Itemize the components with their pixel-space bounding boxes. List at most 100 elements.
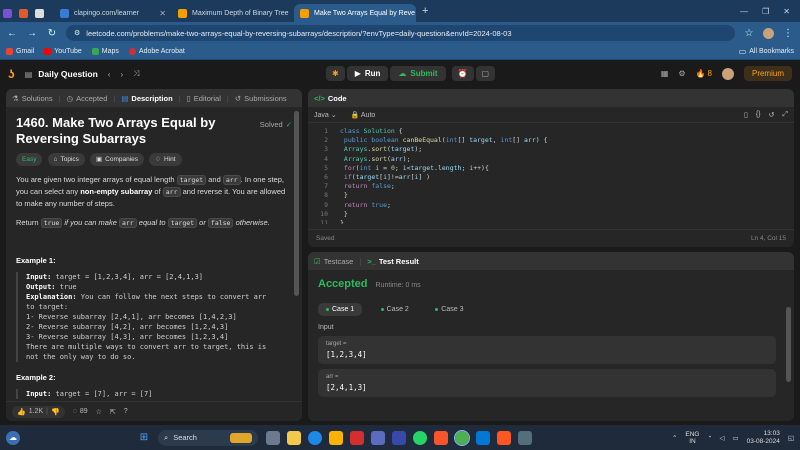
code-editor[interactable]: 1 class Solution { 2 public boolean canBe…	[308, 123, 794, 224]
profile-avatar[interactable]	[763, 27, 774, 39]
favorite-star-icon[interactable]: ☆	[96, 408, 102, 416]
browser-menu-icon[interactable]: ⋮	[782, 28, 794, 39]
share-icon[interactable]: ⇱	[110, 408, 116, 416]
leetcode-logo-icon[interactable]: ʖ	[8, 67, 15, 81]
bookmark-icon[interactable]: ▯	[744, 111, 748, 119]
tab-editorial[interactable]: ▯ Editorial	[187, 94, 221, 103]
description-scrollbar[interactable]	[294, 111, 299, 296]
app-icon-1[interactable]	[371, 430, 385, 445]
example-2-block: Input: target = [7], arr = [7]	[16, 389, 292, 399]
brave-icon[interactable]	[434, 430, 448, 445]
prev-problem-icon[interactable]: ‹	[108, 70, 111, 79]
lock-icon: ▣	[96, 156, 103, 163]
app-icon-2[interactable]	[392, 430, 406, 445]
test-result-scrollbar[interactable]	[786, 307, 791, 382]
tab-description[interactable]: ▤ Description	[121, 94, 172, 103]
wifi-icon[interactable]: ◔	[708, 434, 712, 441]
tray-chevron-icon[interactable]: ⌃	[672, 434, 677, 442]
new-tab-icon[interactable]: +	[422, 5, 428, 17]
tab-accepted[interactable]: ◷ Accepted	[67, 94, 108, 103]
user-avatar[interactable]	[721, 67, 734, 80]
url-field[interactable]: ⚙ leetcode.com/problems/make-two-arrays-…	[66, 25, 735, 41]
streak-counter[interactable]: 🔥 8	[696, 69, 712, 78]
run-button[interactable]: ▶ Run	[346, 66, 389, 81]
bookmark-youtube[interactable]: YouTube	[44, 48, 82, 55]
reload-icon[interactable]: ↻	[46, 28, 58, 39]
difficulty-badge[interactable]: Easy	[16, 153, 43, 166]
weather-widget-icon[interactable]: ☁	[6, 430, 20, 445]
close-window-icon[interactable]: ✕	[783, 7, 790, 16]
reset-icon[interactable]: ↺	[769, 111, 775, 119]
minimize-icon[interactable]: —	[740, 7, 748, 16]
edge-icon[interactable]	[308, 430, 322, 445]
whatsapp-icon[interactable]	[413, 430, 427, 445]
windows-start-icon[interactable]: ⊞	[137, 431, 151, 445]
auto-format-toggle[interactable]: 🔒 Auto	[351, 111, 376, 119]
bookmark-adobe[interactable]: Adobe Acrobat	[128, 48, 185, 55]
tab-test-result[interactable]: >_ Test Result	[367, 257, 418, 266]
format-braces-icon[interactable]: {}	[756, 111, 761, 119]
settings-gear-icon[interactable]: ⚙	[678, 69, 685, 78]
maximize-icon[interactable]: ❐	[762, 7, 769, 16]
search-highlight-icon	[230, 432, 252, 443]
file-explorer-icon[interactable]	[287, 430, 301, 445]
volume-icon[interactable]: ◁	[719, 434, 724, 442]
task-view-icon[interactable]	[266, 430, 280, 445]
tab-solutions[interactable]: ⚗ Solutions	[12, 94, 53, 103]
language-select[interactable]: Java ⌄	[314, 111, 337, 119]
acrobat-icon[interactable]	[350, 430, 364, 445]
browser-tab-2[interactable]	[16, 4, 32, 22]
bookmark-gmail[interactable]: Gmail	[6, 48, 34, 55]
leetcode-top-nav: ʖ ▤ Daily Question ‹ › ⤨ ✱ ▶ Run ☁ Submit …	[0, 60, 800, 88]
submit-button[interactable]: ☁ Submit	[390, 66, 446, 81]
tab-code[interactable]: </> Code	[314, 94, 347, 103]
case-3-tab[interactable]: Case 3	[427, 303, 471, 316]
clock[interactable]: 13:03 03-08-2024	[747, 430, 780, 446]
bookmark-star-icon[interactable]: ☆	[743, 28, 755, 39]
case-2-tab[interactable]: Case 2	[373, 303, 417, 316]
daily-question-link[interactable]: Daily Question	[38, 69, 98, 79]
premium-button[interactable]: Premium	[743, 66, 792, 81]
help-icon[interactable]: ?	[124, 408, 128, 415]
taskbar-search-box[interactable]: ⌕ Search	[158, 429, 258, 446]
check-circle-icon: ✓	[285, 120, 292, 129]
next-problem-icon[interactable]: ›	[120, 70, 123, 79]
layout-icon[interactable]: ▦	[661, 69, 669, 78]
store-icon[interactable]	[329, 430, 343, 445]
checkbox-icon: ☑	[314, 256, 321, 266]
tab-close-icon[interactable]: ✕	[159, 9, 166, 18]
bookmark-maps[interactable]: Maps	[91, 48, 119, 55]
debug-button[interactable]: ✱	[326, 66, 345, 81]
notifications-icon[interactable]: ◱	[788, 434, 794, 442]
hint-chip[interactable]: ♢ Hint	[149, 153, 182, 166]
all-bookmarks[interactable]: ▭ All Bookmarks	[739, 47, 794, 56]
site-info-icon[interactable]: ⚙	[74, 29, 80, 37]
topics-chip[interactable]: ⌂ Topics	[47, 153, 85, 166]
browser-tab-1[interactable]	[0, 4, 16, 22]
case-1-tab[interactable]: Case 1	[318, 303, 363, 316]
like-button[interactable]: 👍 1.2K | 👎	[12, 405, 65, 418]
problem-list-icon[interactable]: ▤	[25, 70, 33, 79]
timer-button[interactable]: ⏰	[451, 66, 474, 81]
browser-tab-5[interactable]: Maximum Depth of Binary Tree✕	[172, 4, 294, 22]
browser-tab-6-active[interactable]: Make Two Arrays Equal by Reve✕	[294, 4, 416, 22]
app-icon-4[interactable]	[518, 430, 532, 445]
pass-dot-icon	[380, 308, 384, 311]
fullscreen-icon[interactable]: ⤢	[782, 111, 788, 119]
tab-testcase[interactable]: ☑ Testcase	[314, 257, 353, 266]
chrome-icon[interactable]	[454, 429, 470, 446]
app-icon-3[interactable]	[497, 430, 511, 445]
maps-icon	[91, 48, 99, 55]
back-icon[interactable]: ←	[6, 28, 18, 39]
battery-icon[interactable]: ▭	[732, 434, 738, 442]
forward-icon[interactable]: →	[26, 28, 38, 39]
browser-tab-3[interactable]	[32, 4, 48, 22]
shuffle-icon[interactable]: ⤨	[133, 69, 139, 79]
comments-button[interactable]: ◌ 89	[73, 408, 88, 415]
vscode-icon[interactable]	[476, 430, 490, 445]
tab-submissions[interactable]: ↺ Submissions	[235, 94, 287, 103]
language-indicator[interactable]: ENG IN	[685, 431, 699, 445]
browser-tab-4[interactable]: clapingo.com/learner ✕	[54, 4, 172, 22]
notes-button[interactable]: ▢	[475, 66, 496, 81]
companies-chip[interactable]: ▣ Companies	[90, 153, 145, 166]
